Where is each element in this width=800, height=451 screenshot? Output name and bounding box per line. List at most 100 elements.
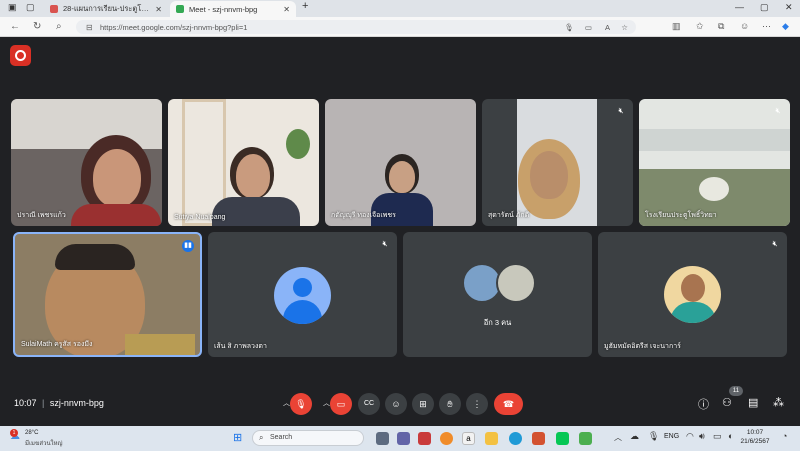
more-icon[interactable]: ⋯ (762, 21, 771, 32)
avatar (274, 267, 331, 324)
participant-name: SulaiMath ครูสัส รองมีง (21, 341, 93, 348)
activities-icon[interactable]: ⁂ (773, 396, 784, 409)
app-icon[interactable] (579, 432, 592, 445)
window-background (11, 99, 162, 149)
copilot-icon[interactable]: ◆ (782, 21, 789, 32)
edge-icon[interactable] (509, 432, 522, 445)
captions-icon: CC (363, 400, 375, 407)
firefox-icon[interactable] (440, 432, 453, 445)
site-info-icon[interactable]: ⊟ (86, 23, 93, 32)
avatar-face (681, 274, 705, 302)
close-tab-icon[interactable]: ✕ (279, 5, 290, 14)
mic-tray-icon[interactable]: 🎙︎ (648, 431, 659, 442)
tab-meet[interactable]: Meet - szj-nnvm-bpg ✕ (170, 1, 296, 17)
reactions-button[interactable]: ☺ (385, 393, 407, 415)
input-language[interactable]: ENG (664, 433, 679, 440)
plant (286, 129, 310, 159)
refresh-icon[interactable]: ↻ (33, 21, 41, 32)
avatar (664, 266, 721, 323)
weather-badge: 1 (10, 429, 18, 437)
line-icon[interactable] (556, 432, 569, 445)
cloud-icon[interactable]: ☁ (630, 431, 639, 442)
participant-face (389, 161, 415, 193)
color-icon[interactable]: ◐ (728, 431, 733, 441)
others-tile[interactable]: อีก 3 คน (403, 232, 592, 357)
wifi-icon[interactable]: ◠ (686, 431, 694, 442)
flower-decoration (699, 177, 729, 201)
amazon-icon[interactable]: a (462, 432, 475, 445)
collections-icon[interactable]: ⧉ (718, 21, 724, 32)
meeting-time: 10:07 (14, 398, 37, 408)
participant-name: Sutiya Nualpang (174, 214, 226, 221)
clock-date[interactable]: 21/6/2567 (736, 438, 774, 445)
participant-count-badge: 11 (729, 386, 743, 396)
tab-actions-icon[interactable]: ▢ (26, 2, 35, 13)
participant-tile[interactable]: 🔇︎ สุดารัตน์ ภักดี (482, 99, 633, 226)
participant-tile[interactable]: 🔇︎ โรงเรียนประตูโพธิ์วิทยา (639, 99, 790, 226)
task-view-icon[interactable] (376, 432, 389, 445)
participant-face (236, 154, 270, 198)
maximize-icon[interactable]: ▢ (760, 2, 769, 13)
participant-tile[interactable]: กตัญญุรี ทองเจือเพชร (325, 99, 476, 226)
pdf-icon (50, 5, 58, 13)
audio-options-chevron-icon[interactable]: ︿ (283, 398, 290, 408)
close-window-icon[interactable]: ✕ (785, 2, 793, 13)
present-button[interactable]: ⊞ (412, 393, 434, 415)
raise-hand-button[interactable]: ✋︎ (439, 393, 461, 415)
mic-off-icon: 🎙︎ (295, 399, 307, 409)
taskbar-search-box[interactable]: ⌕ Search (252, 430, 364, 446)
people-icon[interactable]: ⚇ (722, 396, 732, 409)
new-tab-button[interactable]: + (302, 0, 308, 12)
volume-icon[interactable]: 🔊︎ (699, 431, 705, 442)
meeting-info: 10:07 | szj-nnvm-bpg (14, 398, 104, 408)
profile-icon[interactable]: ▣ (8, 2, 17, 13)
participant-name: กตัญญุรี ทองเจือเพชร (331, 212, 396, 219)
url-field[interactable]: ⊟ https://meet.google.com/szj-nnvm-bpg?p… (76, 20, 636, 34)
video-icon[interactable]: ▭ (585, 23, 592, 32)
minimize-icon[interactable]: — (735, 2, 744, 12)
mic-off-icon: 🔇︎ (772, 239, 778, 248)
teams-icon[interactable] (397, 432, 410, 445)
participant-tile[interactable]: Sutiya Nualpang (168, 99, 319, 226)
weather-temp: 28°C (25, 430, 39, 436)
read-aloud-icon[interactable]: A (605, 23, 610, 32)
windows-start-icon[interactable]: ⊞ (233, 431, 242, 444)
video-options-chevron-icon[interactable]: ︿ (323, 398, 330, 408)
search-icon[interactable]: ⌕ (56, 21, 62, 32)
notifications-icon[interactable]: ◔ (782, 431, 787, 441)
avatar (496, 263, 536, 303)
battery-icon[interactable]: ▭ (713, 431, 722, 442)
participant-tile[interactable]: 🔇︎ เส้น สิ ภาพลวงตา (208, 232, 397, 357)
file-explorer-icon[interactable] (485, 432, 498, 445)
captions-button[interactable]: CC (358, 393, 380, 415)
present-screen-icon: ⊞ (419, 399, 427, 409)
more-options-button[interactable]: ⋮ (466, 393, 488, 415)
participant-tile[interactable]: 🔇︎ มูฮัมหมัดอิตรีส เจะนาการ์ (598, 232, 787, 357)
favorites-icon[interactable]: ✩ (696, 21, 704, 32)
back-icon[interactable]: ← (10, 21, 20, 32)
mic-toggle-button[interactable]: 🎙︎ (290, 393, 312, 415)
meeting-code: szj-nnvm-bpg (49, 398, 104, 408)
close-tab-icon[interactable]: ✕ (151, 5, 162, 14)
participant-tile[interactable]: ปราณี เพชรแก้ว (11, 99, 162, 226)
avatar-head (293, 278, 312, 297)
speaking-indicator-icon: ▮▮ (182, 240, 194, 252)
chat-icon[interactable]: ▤ (748, 396, 758, 409)
powerpoint-icon[interactable] (532, 432, 545, 445)
recording-indicator[interactable] (10, 45, 31, 66)
tray-overflow-icon[interactable]: ︿ (614, 432, 622, 443)
favorite-icon[interactable]: ☆ (621, 23, 628, 32)
app-icon[interactable] (418, 432, 431, 445)
leave-call-button[interactable]: ☎︎ (494, 393, 523, 415)
profile-icon[interactable]: ☺ (740, 21, 749, 31)
address-bar-row: ← ↻ ⌕ ⊟ https://meet.google.com/szj-nnvm… (0, 17, 800, 37)
mic-icon[interactable]: 🎙 (564, 23, 574, 32)
speaking-participant-tile[interactable]: ▮▮ SulaiMath ครูสัส รองมีง (13, 232, 202, 357)
clock-time[interactable]: 10:07 (740, 429, 770, 436)
mic-off-icon: 🔇︎ (382, 239, 388, 248)
participant-shirt (125, 334, 195, 355)
tab-lesson-plan[interactable]: 28-แผนการเรียน-ประตูโพธิ์ทองา(1) ✕ (44, 1, 168, 17)
split-screen-icon[interactable]: ▥ (672, 21, 681, 32)
meeting-details-icon[interactable]: ⓘ (698, 396, 709, 412)
camera-toggle-button[interactable]: ▭ (330, 393, 352, 415)
